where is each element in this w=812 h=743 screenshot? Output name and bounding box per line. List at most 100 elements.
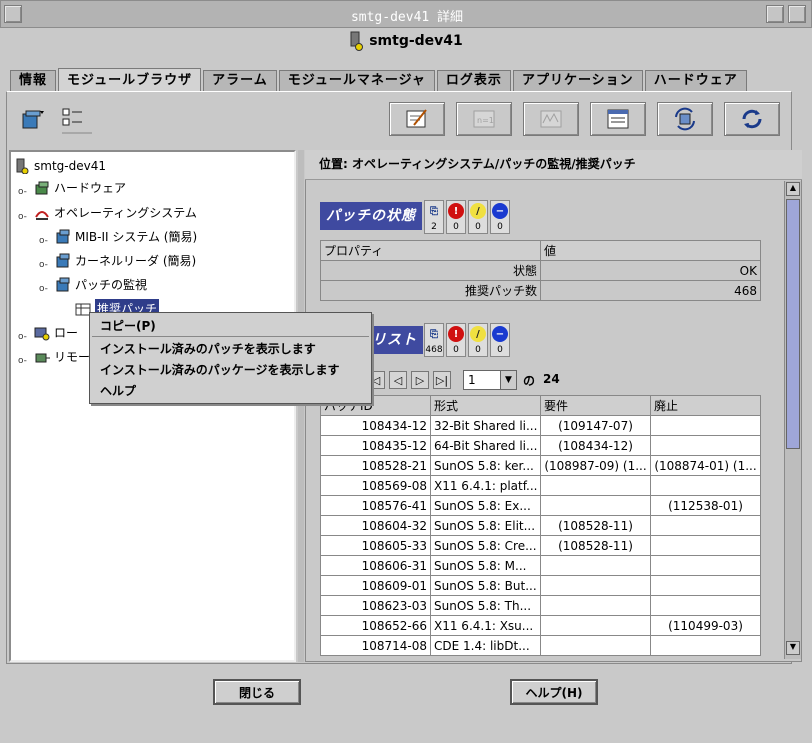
expand-icon[interactable]: o-: [18, 182, 30, 197]
refresh-button[interactable]: [724, 102, 780, 136]
list-info-indicator[interactable]: −0: [490, 323, 510, 357]
cell-patch-id: 108434-12: [320, 415, 431, 436]
table-row[interactable]: 108623-03 SunOS 5.8: Th...: [320, 595, 761, 616]
expand-icon[interactable]: o-: [39, 255, 51, 270]
warning-icon: /: [470, 203, 486, 219]
context-menu: コピー(P) インストール済みのパッチを表示します インストール済みのパッケージ…: [89, 312, 372, 404]
table-row[interactable]: 108604-32 SunOS 5.8: Elit... (108528-11): [320, 515, 761, 536]
cell-obsoletes: [650, 595, 761, 616]
scroll-down-arrow-icon[interactable]: ▼: [786, 641, 800, 655]
patch-status-title: パッチの状態: [320, 202, 422, 230]
tree-node-local[interactable]: o- ロー: [18, 323, 78, 343]
cell-obsoletes: (108874-01) (1...: [650, 455, 761, 476]
table-row[interactable]: 108609-01 SunOS 5.8: But...: [320, 575, 761, 596]
column-header-property[interactable]: プロパティ: [320, 240, 541, 261]
cell-type: CDE 1.4: libDt...: [430, 635, 541, 656]
page-select-value: 1: [468, 373, 476, 387]
scroll-up-arrow-icon[interactable]: ▲: [786, 182, 800, 196]
table-row[interactable]: 108528-21 SunOS 5.8: ker... (108987-09) (1…: [320, 455, 761, 476]
table-row[interactable]: 状態 OK: [320, 260, 761, 281]
tab-alarms[interactable]: アラーム: [203, 70, 277, 92]
menu-item-show-installed-packages[interactable]: インストール済みのパッケージを表示します: [100, 361, 340, 378]
status-info-indicator[interactable]: −0: [490, 200, 510, 234]
tree-view-icon[interactable]: [20, 106, 48, 135]
window-icon: [607, 109, 629, 129]
table-row[interactable]: 推奨パッチ数 468: [320, 280, 761, 301]
tree-node-mib2[interactable]: o- MIB-II システム (簡易): [39, 227, 197, 247]
tree-node-hardware[interactable]: o- ハードウェア: [18, 178, 126, 198]
status-warning-indicator[interactable]: /0: [468, 200, 488, 234]
tab-log-view[interactable]: ログ表示: [436, 70, 511, 92]
cell-obsoletes: [650, 535, 761, 556]
maximize-button[interactable]: [788, 5, 806, 23]
cell-type: X11 6.4.1: Xsu...: [430, 615, 541, 636]
count-label: 0: [453, 222, 459, 232]
detail-button[interactable]: [590, 102, 646, 136]
help-button[interactable]: ヘルプ(H): [510, 679, 598, 705]
cell-type: X11 6.4.1: platf...: [430, 475, 541, 496]
table-row[interactable]: 108605-33 SunOS 5.8: Cre... (108528-11): [320, 535, 761, 556]
window-titlebar[interactable]: smtg-dev41 詳細: [0, 0, 812, 28]
collapse-icon[interactable]: o-: [39, 279, 51, 294]
list-view-icon[interactable]: [60, 106, 94, 139]
graph-button[interactable]: [523, 102, 579, 136]
expand-icon[interactable]: o-: [18, 327, 30, 342]
table-row[interactable]: 108652-66 X11 6.4.1: Xsu... (110499-03): [320, 615, 761, 636]
next-page-icon[interactable]: ▷: [411, 371, 429, 389]
page-of-label: の: [523, 374, 536, 388]
refresh-module-button[interactable]: [657, 102, 713, 136]
table-row[interactable]: 108606-31 SunOS 5.8: M...: [320, 555, 761, 576]
list-warning-indicator[interactable]: /0: [468, 323, 488, 357]
module-tree[interactable]: smtg-dev41 o- ハードウェア o- オペレーティングシステム o- …: [9, 150, 296, 662]
column-header-value[interactable]: 値: [540, 240, 761, 261]
tree-node-kernel-reader[interactable]: o- カーネルリーダ (簡易): [39, 251, 196, 271]
table-row[interactable]: 108576-41 SunOS 5.8: Ex... (112538-01): [320, 495, 761, 516]
column-header-requirements[interactable]: 要件: [540, 395, 651, 416]
tab-hardware[interactable]: ハードウェア: [644, 70, 747, 92]
tab-applications[interactable]: アプリケーション: [512, 70, 643, 92]
cell-type: SunOS 5.8: But...: [430, 575, 541, 596]
list-patches-indicator[interactable]: ⎘ 468: [424, 323, 444, 357]
menu-item-help[interactable]: ヘルプ: [100, 382, 136, 399]
critical-icon: !: [448, 203, 464, 219]
status-patches-indicator[interactable]: ⎘ 2: [424, 200, 444, 234]
tree-node-root[interactable]: smtg-dev41: [14, 156, 106, 176]
column-header-type[interactable]: 形式: [430, 395, 541, 416]
cell-obsoletes: [650, 435, 761, 456]
remote-system-icon: [35, 353, 50, 363]
chevron-down-icon[interactable]: ▼: [500, 371, 516, 389]
close-button[interactable]: 閉じる: [213, 679, 301, 705]
refresh-icon: [742, 109, 762, 129]
tab-info[interactable]: 情報: [10, 70, 57, 92]
tab-module-manager[interactable]: モジュールマネージャ: [278, 70, 435, 92]
table-row[interactable]: 108434-12 32-Bit Shared li... (109147-07): [320, 415, 761, 436]
tree-node-os[interactable]: o- オペレーティングシステム: [18, 203, 197, 223]
collapse-icon[interactable]: o-: [18, 207, 30, 222]
tree-node-remote[interactable]: o- リモー: [18, 347, 90, 367]
count-label: 2: [431, 222, 437, 232]
menu-item-show-installed-patches[interactable]: インストール済みのパッチを表示します: [100, 340, 316, 357]
cell-type: SunOS 5.8: Elit...: [430, 515, 541, 536]
tree-node-patch-monitor[interactable]: o- パッチの監視: [39, 275, 147, 295]
pane-splitter[interactable]: [298, 150, 304, 662]
scroll-thumb[interactable]: [786, 199, 800, 449]
status-critical-indicator[interactable]: ! 0: [446, 200, 466, 234]
list-critical-indicator[interactable]: ! 0: [446, 323, 466, 357]
last-page-icon[interactable]: ▷|: [433, 371, 451, 389]
vertical-scrollbar[interactable]: ▲ ▼: [784, 181, 801, 659]
page-select[interactable]: 1 ▼: [463, 370, 517, 390]
probe-button[interactable]: n=1: [456, 102, 512, 136]
expand-icon[interactable]: o-: [18, 351, 30, 366]
cell-patch-id: 108569-08: [320, 475, 431, 496]
prev-icon[interactable]: ◁: [389, 371, 407, 389]
tab-module-browser[interactable]: モジュールブラウザ: [58, 68, 202, 92]
minimize-button[interactable]: [766, 5, 784, 23]
table-row[interactable]: 108569-08 X11 6.4.1: platf...: [320, 475, 761, 496]
table-row[interactable]: 108714-08 CDE 1.4: libDt...: [320, 635, 761, 656]
cell-obsoletes: [650, 475, 761, 496]
table-row[interactable]: 108435-12 64-Bit Shared li... (108434-12): [320, 435, 761, 456]
edit-button[interactable]: [389, 102, 445, 136]
column-header-obsoletes[interactable]: 廃止: [650, 395, 761, 416]
expand-icon[interactable]: o-: [39, 231, 51, 246]
menu-item-copy[interactable]: コピー(P): [100, 317, 156, 334]
